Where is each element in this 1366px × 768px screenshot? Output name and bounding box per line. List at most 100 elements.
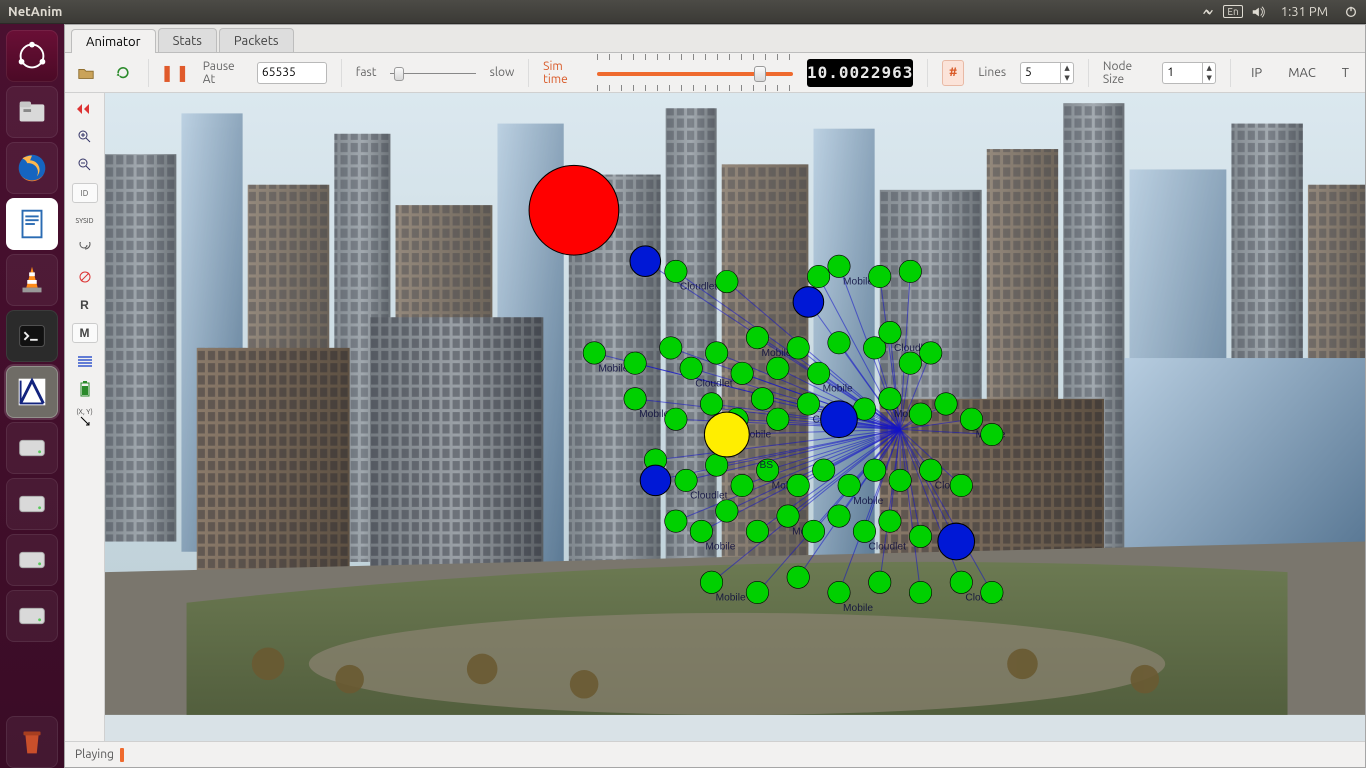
- mobile-node[interactable]: [960, 408, 982, 430]
- sim-node[interactable]: [640, 465, 671, 496]
- mobile-node[interactable]: [863, 459, 885, 481]
- mobile-node[interactable]: [828, 332, 850, 354]
- tab-stats[interactable]: Stats: [158, 28, 217, 52]
- launcher-disk-1[interactable]: [6, 422, 58, 474]
- mobile-node[interactable]: [981, 581, 1003, 603]
- mobile-node[interactable]: [807, 362, 829, 384]
- mobile-node[interactable]: [675, 469, 697, 491]
- mobile-node[interactable]: [869, 571, 891, 593]
- mobile-node[interactable]: [716, 270, 738, 292]
- mobile-node[interactable]: [700, 571, 722, 593]
- mobile-node[interactable]: [797, 393, 819, 415]
- mobile-node[interactable]: [838, 474, 860, 496]
- mobile-node[interactable]: [981, 423, 1003, 445]
- mobile-node[interactable]: [787, 337, 809, 359]
- mobile-node[interactable]: [665, 408, 687, 430]
- mobile-node[interactable]: [909, 525, 931, 547]
- zoom-in-icon[interactable]: [72, 127, 98, 147]
- play-pause-button[interactable]: ❚❚: [163, 60, 189, 86]
- launcher-disk-2[interactable]: [6, 478, 58, 530]
- mobile-node[interactable]: [624, 352, 646, 374]
- launcher-firefox[interactable]: [6, 142, 58, 194]
- mobile-node[interactable]: [767, 408, 789, 430]
- grid-toggle-button[interactable]: #: [942, 60, 964, 86]
- mobile-node[interactable]: [731, 362, 753, 384]
- mobile-node[interactable]: [807, 265, 829, 287]
- mobile-node[interactable]: [828, 581, 850, 603]
- mobile-node[interactable]: [583, 342, 605, 364]
- t-button[interactable]: T: [1336, 64, 1355, 82]
- launcher-vlc[interactable]: [6, 254, 58, 306]
- mobile-node[interactable]: [700, 393, 722, 415]
- mobile-node[interactable]: [802, 520, 824, 542]
- speed-slider[interactable]: [390, 64, 475, 82]
- xy-icon[interactable]: (X, Y): [72, 407, 98, 427]
- mobile-node[interactable]: [751, 388, 773, 410]
- sim-node[interactable]: [793, 287, 824, 318]
- launcher-trash[interactable]: [6, 716, 58, 768]
- mobile-node[interactable]: [950, 571, 972, 593]
- sim-node[interactable]: [821, 401, 858, 438]
- mobile-node[interactable]: [920, 459, 942, 481]
- sim-node[interactable]: [630, 246, 661, 277]
- mobile-node[interactable]: [660, 337, 682, 359]
- lang-indicator[interactable]: En: [1223, 5, 1242, 18]
- ip-button[interactable]: IP: [1245, 64, 1268, 82]
- network-indicator[interactable]: [1193, 5, 1223, 19]
- mobile-node[interactable]: [705, 342, 727, 364]
- sim-node[interactable]: [529, 165, 619, 255]
- launcher-disk-4[interactable]: [6, 590, 58, 642]
- animator-canvas[interactable]: CloudletMobileMobileCloudletMobileMobile…: [105, 93, 1365, 741]
- mobile-node[interactable]: [909, 581, 931, 603]
- sim-node[interactable]: [704, 412, 749, 457]
- battery-icon[interactable]: [72, 379, 98, 399]
- mobile-node[interactable]: [920, 342, 942, 364]
- clock[interactable]: 1:31 PM: [1273, 5, 1336, 19]
- simtime-slider[interactable]: [597, 62, 793, 84]
- layers-icon[interactable]: [72, 351, 98, 371]
- launcher-files[interactable]: [6, 86, 58, 138]
- block-icon[interactable]: [72, 267, 98, 287]
- mac-button[interactable]: MAC: [1282, 64, 1322, 82]
- mobile-node[interactable]: [787, 474, 809, 496]
- sysid-icon[interactable]: SYSID: [72, 211, 98, 231]
- tab-animator[interactable]: Animator: [71, 29, 156, 53]
- mobile-node[interactable]: [899, 260, 921, 282]
- mobile-node[interactable]: [879, 388, 901, 410]
- mobile-node[interactable]: [879, 510, 901, 532]
- mobile-node[interactable]: [879, 321, 901, 343]
- mobile-node[interactable]: [889, 469, 911, 491]
- zoom-out-icon[interactable]: [72, 155, 98, 175]
- mobile-node[interactable]: [812, 459, 834, 481]
- mobile-node[interactable]: [869, 265, 891, 287]
- lines-spinner[interactable]: ▲▼: [1020, 62, 1074, 84]
- expand-icon[interactable]: [72, 99, 98, 119]
- launcher-disk-3[interactable]: [6, 534, 58, 586]
- mobile-node[interactable]: [665, 510, 687, 532]
- mobile-node[interactable]: [828, 255, 850, 277]
- reload-button[interactable]: [111, 60, 133, 86]
- sim-node[interactable]: [938, 523, 975, 560]
- mobile-node[interactable]: [690, 520, 712, 542]
- reset-button[interactable]: R: [72, 295, 98, 315]
- mobile-node[interactable]: [716, 500, 738, 522]
- mobile-node[interactable]: [828, 505, 850, 527]
- launcher-writer[interactable]: [6, 198, 58, 250]
- mobile-node[interactable]: [899, 352, 921, 374]
- mobile-node[interactable]: [787, 566, 809, 588]
- mobile-node[interactable]: [767, 357, 789, 379]
- mobile-node[interactable]: [909, 403, 931, 425]
- mobile-node[interactable]: [746, 581, 768, 603]
- mobile-node[interactable]: [777, 505, 799, 527]
- tab-packets[interactable]: Packets: [219, 28, 294, 52]
- mobile-node[interactable]: [665, 260, 687, 282]
- m-button[interactable]: M: [72, 323, 98, 343]
- pause-at-input[interactable]: [257, 62, 327, 84]
- launcher-netanim[interactable]: [6, 366, 58, 418]
- mobile-node[interactable]: [731, 474, 753, 496]
- launcher-dash[interactable]: [6, 30, 58, 82]
- launcher-terminal[interactable]: [6, 310, 58, 362]
- sound-indicator[interactable]: [1243, 5, 1273, 19]
- mobile-node[interactable]: [680, 357, 702, 379]
- nodesize-spinner[interactable]: ▲▼: [1162, 62, 1216, 84]
